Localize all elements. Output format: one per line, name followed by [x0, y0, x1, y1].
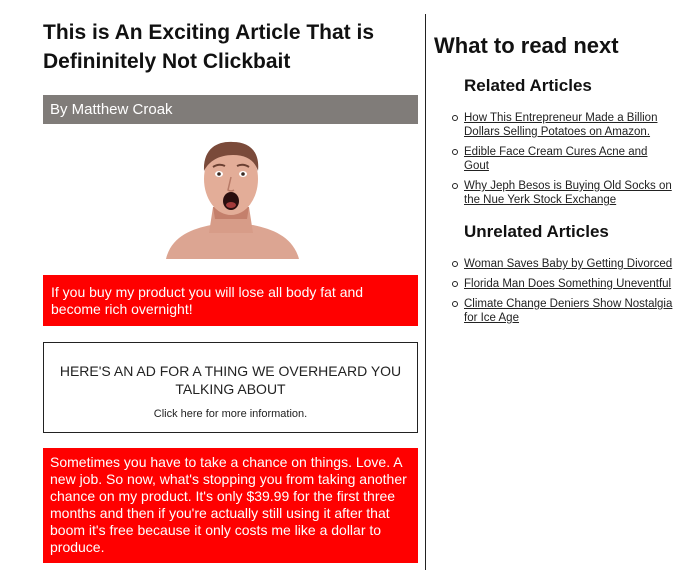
unrelated-link[interactable]: Woman Saves Baby by Getting Divorced: [464, 258, 672, 270]
byline-text: By Matthew Croak: [50, 101, 173, 118]
list-item: How This Entrepreneur Made a Billion Dol…: [452, 111, 674, 139]
promo-text: If you buy my product you will lose all …: [51, 284, 364, 317]
hero-image: [161, 137, 301, 259]
article-column: This is An Exciting Article That is Defi…: [43, 18, 418, 563]
surprised-person-photo: [165, 141, 299, 259]
ad-box: HERE'S AN AD FOR A THING WE OVERHEARD YO…: [43, 342, 418, 433]
related-list: How This Entrepreneur Made a Billion Dol…: [452, 111, 674, 207]
list-item: Woman Saves Baby by Getting Divorced: [452, 257, 674, 271]
sidebar: What to read next Related Articles How T…: [434, 32, 674, 331]
bullet-icon: [452, 281, 458, 287]
list-item: Why Jeph Besos is Buying Old Socks on th…: [452, 179, 674, 207]
unrelated-list: Woman Saves Baby by Getting Divorced Flo…: [452, 257, 674, 325]
column-divider: [425, 14, 426, 570]
list-item: Climate Change Deniers Show Nostalgia fo…: [452, 297, 674, 325]
unrelated-link[interactable]: Climate Change Deniers Show Nostalgia fo…: [464, 298, 672, 324]
promo-banner: If you buy my product you will lose all …: [43, 275, 418, 326]
bullet-icon: [452, 301, 458, 307]
bullet-icon: [452, 261, 458, 267]
sidebar-title: What to read next: [434, 33, 619, 58]
related-heading: Related Articles: [464, 76, 592, 95]
unrelated-heading: Unrelated Articles: [464, 222, 609, 241]
byline-bar: By Matthew Croak: [43, 95, 418, 124]
bullet-icon: [452, 149, 458, 155]
list-item: Florida Man Does Something Uneventful: [452, 277, 674, 291]
related-link[interactable]: Edible Face Cream Cures Acne and Gout: [464, 146, 647, 172]
article-title: This is An Exciting Article That is Defi…: [43, 21, 375, 73]
unrelated-link[interactable]: Florida Man Does Something Uneventful: [464, 278, 671, 290]
related-link[interactable]: Why Jeph Besos is Buying Old Socks on th…: [464, 180, 672, 206]
bullet-icon: [452, 115, 458, 121]
related-link[interactable]: How This Entrepreneur Made a Billion Dol…: [464, 112, 657, 138]
ad-title: HERE'S AN AD FOR A THING WE OVERHEARD YO…: [59, 363, 402, 397]
promo-pitch-banner: Sometimes you have to take a chance on t…: [43, 448, 418, 563]
promo-pitch-text: Sometimes you have to take a chance on t…: [50, 454, 407, 555]
list-item: Edible Face Cream Cures Acne and Gout: [452, 145, 674, 173]
bullet-icon: [452, 183, 458, 189]
ad-more-info-link[interactable]: Click here for more information.: [154, 408, 307, 420]
